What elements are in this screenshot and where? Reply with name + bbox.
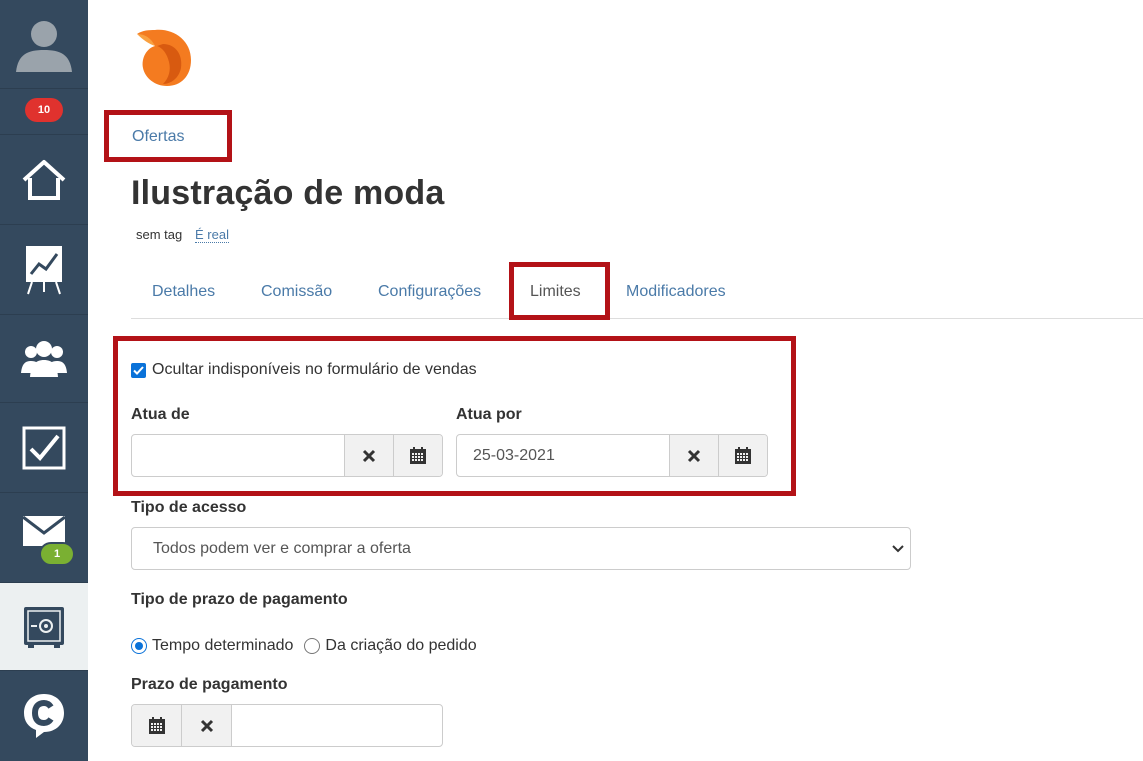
active-tab-highlight [509, 262, 610, 320]
hide-unavailable-label: Ocultar indisponíveis no formulário de v… [152, 361, 477, 378]
chevron-down-icon [892, 545, 904, 553]
calendar-icon [410, 447, 426, 464]
payment-term-clear-button[interactable] [182, 705, 232, 746]
to-date-clear-button[interactable] [669, 435, 718, 476]
sidebar-item-chat[interactable] [0, 671, 88, 761]
from-date-calendar-button[interactable] [393, 435, 442, 476]
users-icon [21, 340, 67, 377]
sidebar: 10 1 [0, 0, 88, 761]
notifications-badge[interactable]: 10 [25, 98, 63, 122]
payment-term-type-label: Tipo de prazo de pagamento [131, 591, 348, 608]
access-type-select[interactable]: Todos podem ver e comprar a oferta [131, 527, 911, 570]
payment-term-group [131, 704, 443, 747]
tab-settings[interactable]: Configurações [378, 283, 481, 301]
from-date-label: Atua de [131, 406, 190, 423]
brand-logo-icon [137, 29, 191, 86]
from-date-clear-button[interactable] [344, 435, 393, 476]
calendar-icon [735, 447, 751, 464]
radio-from-order-creation-label: Da criação do pedido [325, 637, 477, 654]
page-title: Ilustração de moda [131, 174, 445, 212]
payment-term-type-options: Tempo determinado Da criação do pedido [131, 637, 477, 655]
safe-icon [24, 606, 64, 648]
avatar[interactable] [0, 0, 88, 89]
close-icon [362, 449, 376, 462]
radio-from-order-creation[interactable] [304, 638, 321, 654]
close-icon [687, 449, 701, 462]
sidebar-item-offers[interactable] [0, 583, 88, 671]
messages-badge[interactable]: 1 [39, 542, 75, 566]
from-date-input[interactable] [132, 435, 344, 476]
sidebar-item-home[interactable] [0, 135, 88, 225]
tag-label: sem tag [136, 227, 183, 242]
hide-unavailable-checkbox[interactable] [131, 362, 146, 378]
access-type-value: Todos podem ver e comprar a oferta [153, 539, 411, 557]
to-date-group: 25-03-2021 [456, 434, 768, 477]
home-icon [22, 159, 66, 200]
calendar-icon [148, 717, 165, 734]
tab-modifiers[interactable]: Modificadores [626, 283, 726, 301]
from-date-group [131, 434, 443, 477]
access-type-label: Tipo de acesso [131, 499, 247, 516]
tabs-bar: Detalhes Comissão Configurações Limites … [131, 270, 1143, 319]
payment-term-calendar-button[interactable] [132, 705, 182, 746]
sidebar-item-tasks[interactable] [0, 403, 88, 493]
chat-logo-icon [24, 694, 64, 738]
radio-fixed-time-label: Tempo determinado [152, 637, 294, 654]
tag-link[interactable]: É real [195, 227, 229, 243]
tab-details[interactable]: Detalhes [152, 283, 215, 301]
payment-term-input[interactable] [232, 705, 442, 746]
sidebar-item-customers[interactable] [0, 315, 88, 403]
tab-commission[interactable]: Comissão [261, 283, 332, 301]
radio-fixed-time[interactable] [131, 638, 147, 654]
sidebar-item-messages[interactable] [0, 493, 88, 583]
user-icon [16, 21, 72, 72]
to-date-calendar-button[interactable] [718, 435, 767, 476]
to-date-label: Atua por [456, 406, 522, 423]
chart-board-icon [26, 245, 62, 294]
breadcrumb[interactable]: Ofertas [132, 128, 184, 146]
check-icon [133, 365, 144, 375]
payment-term-label: Prazo de pagamento [131, 676, 288, 693]
sidebar-item-reports[interactable] [0, 225, 88, 315]
close-icon [200, 719, 213, 732]
checkbox-icon [22, 426, 66, 469]
to-date-input[interactable]: 25-03-2021 [457, 435, 669, 476]
hide-unavailable-row: Ocultar indisponíveis no formulário de v… [131, 361, 477, 379]
